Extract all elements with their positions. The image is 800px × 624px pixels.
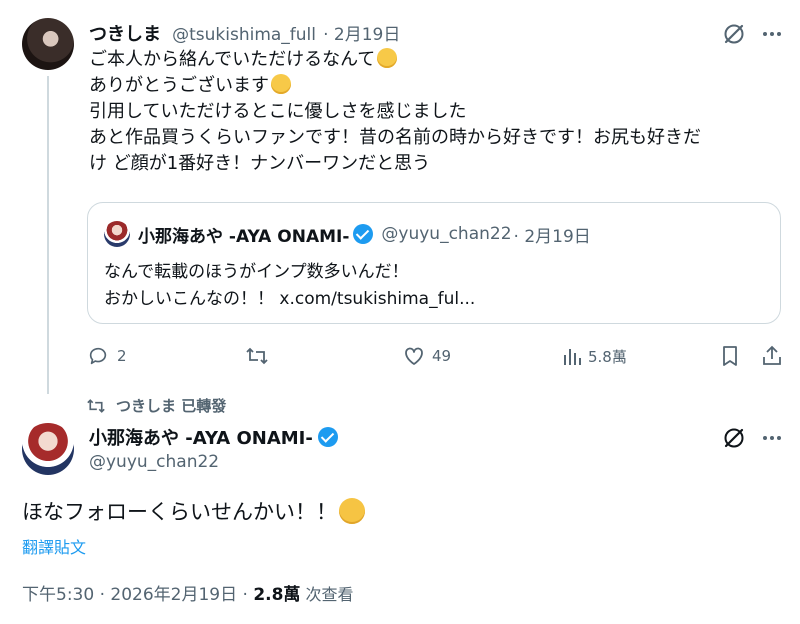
like-count: 49	[432, 347, 452, 365]
reply-button[interactable]: 2	[87, 345, 127, 367]
display-name[interactable]: 小那海あや -AYA ONAMI-	[89, 424, 313, 450]
quote-header: 小那海あや -AYA ONAMI- @yuyu_chan22 · 2月19日	[104, 221, 591, 247]
quoted-tweet-card[interactable]: 小那海あや -AYA ONAMI- @yuyu_chan22 · 2月19日 な…	[87, 202, 781, 324]
tweet-line: あと作品買うくらいファンです！昔の名前の時から好きです！お尻も好きだ	[89, 127, 701, 148]
views-button[interactable]: 5.8萬	[562, 345, 627, 367]
analytics-bar-icon	[562, 345, 582, 367]
tweet-line: ありがとうございます	[89, 75, 269, 96]
quote-text: なんで転載のほうがインプ数多いんだ！ おかしいこんなの！！ x.com/tsuk…	[104, 259, 475, 313]
tweet-header: 小那海あや -AYA ONAMI-	[89, 424, 338, 450]
crying-face-icon	[271, 74, 291, 94]
pleading-face-icon	[377, 48, 398, 68]
thread-connector-line	[47, 76, 49, 394]
quote-line: なんで転載のほうがインプ数多いんだ！	[104, 262, 409, 282]
avatar[interactable]	[22, 423, 74, 475]
repost-button[interactable]	[245, 345, 269, 367]
face-with-raised-eyebrow-icon	[339, 498, 365, 524]
tweet-line: ご本人から絡んでいただけるなんて	[89, 49, 376, 70]
grok-icon[interactable]	[722, 22, 746, 46]
like-button[interactable]: 49	[402, 345, 451, 367]
views-count: 2.8萬	[253, 585, 301, 605]
quote-date: · 2月19日	[513, 226, 591, 247]
quote-line: おかしいこんなの！！ x.com/tsukishima_ful...	[104, 289, 476, 309]
display-name[interactable]: つきしま	[89, 24, 161, 45]
verified-badge-icon	[353, 224, 374, 244]
tweet-date[interactable]: · 2月19日	[323, 25, 400, 45]
tweet-body: ほなフォローくらいせんかい！！	[22, 500, 337, 524]
grok-icon[interactable]	[722, 426, 746, 450]
view-count: 5.8萬	[588, 347, 627, 366]
repost-icon	[86, 397, 106, 415]
translate-post-link[interactable]: 翻譯貼文	[22, 534, 86, 558]
user-handle[interactable]: @yuyu_chan22	[89, 452, 219, 472]
tweet-line: け ど顔が1番好き！ナンバーワンだと思う	[89, 153, 431, 174]
avatar[interactable]	[22, 18, 74, 70]
tweet-line: 引用していただけるとこに優しさを感じました	[89, 101, 467, 122]
heart-icon	[402, 345, 426, 367]
reply-icon	[87, 345, 109, 367]
share-icon[interactable]	[761, 345, 783, 367]
tweet-timestamp: 下午5:30 · 2026年2月19日 · 2.8萬 次查看	[22, 580, 354, 605]
quote-display-name: 小那海あや -AYA ONAMI-	[138, 226, 350, 247]
quote-handle: @yuyu_chan22	[381, 224, 512, 244]
tweet-header: つきしま @tsukishima_full · 2月19日	[89, 20, 400, 46]
repost-context[interactable]: つきしま 已轉發	[86, 395, 226, 416]
timestamp-text[interactable]: 下午5:30 · 2026年2月19日 ·	[22, 585, 253, 605]
bookmark-icon[interactable]	[719, 345, 741, 367]
more-options-icon[interactable]	[760, 22, 784, 46]
user-handle[interactable]: @tsukishima_full	[172, 25, 316, 45]
views-label: 次查看	[300, 585, 354, 604]
quote-avatar	[104, 221, 130, 247]
more-options-icon[interactable]	[760, 426, 784, 450]
tweet-text: ほなフォローくらいせんかい！！	[22, 496, 365, 526]
tweet-text: ご本人から絡んでいただけるなんて ありがとうございます 引用していただけるとこに…	[89, 47, 779, 177]
repost-label: つきしま 已轉發	[116, 397, 227, 415]
reply-count: 2	[117, 347, 127, 365]
verified-badge-icon	[317, 427, 338, 447]
